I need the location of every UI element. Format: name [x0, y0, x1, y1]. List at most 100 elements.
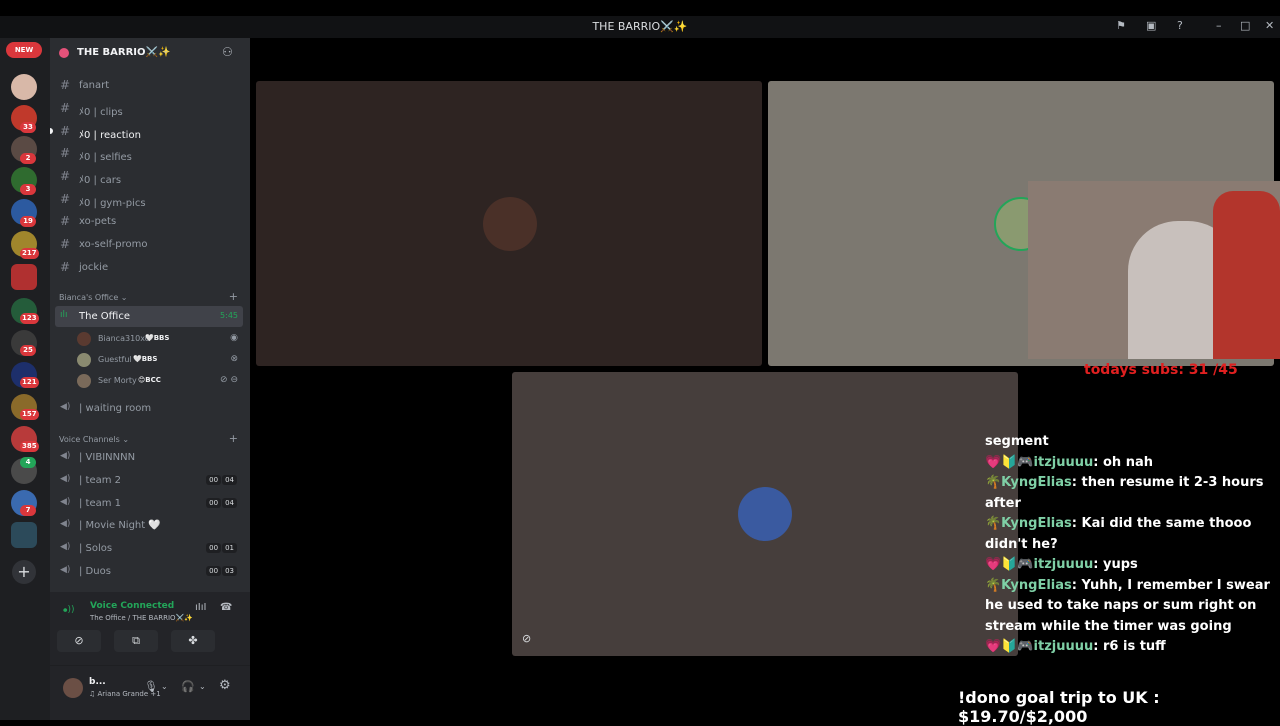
help-icon[interactable]: ?: [1177, 19, 1183, 32]
channel-selfies[interactable]: # ﾒ0 | selfies: [55, 143, 243, 164]
guild-name: THE BARRIO⚔️✨: [77, 47, 171, 58]
donation-goal: !dono goal trip to UK : $19.70/$2,000: [958, 688, 1160, 726]
voice-status[interactable]: Voice Connected: [90, 601, 174, 611]
mention-badge: 385: [20, 441, 39, 452]
channel-fanart[interactable]: # fanart: [55, 75, 243, 96]
channel-reaction[interactable]: # ﾒ0 | reaction: [50, 121, 243, 142]
chevron-down-icon[interactable]: ⌄: [199, 682, 206, 691]
channel-cars[interactable]: # ﾒ0 | cars: [55, 166, 243, 187]
hash-icon: #: [60, 124, 71, 138]
add-channel-icon[interactable]: +: [229, 432, 238, 445]
voice-channel-solos[interactable]: ◀) | Solos 00 01: [55, 538, 243, 559]
headphones-icon[interactable]: 🎧: [181, 680, 195, 693]
hash-icon: #: [60, 101, 71, 115]
video-tile[interactable]: [256, 81, 762, 366]
status-icon: ◉: [230, 333, 238, 343]
guild-icon: [59, 48, 69, 58]
user-panel: b... ♫ Ariana Grande +1 🎙 ⌄ 🎧 ⌄ ⚙: [50, 666, 250, 720]
speaker-icon: ◀): [60, 542, 71, 552]
voice-connection-panel: ⦁)) Voice Connected The Office / THE BAR…: [50, 592, 250, 666]
voice-channel-movie-night[interactable]: ◀) | Movie Night 🤍: [55, 515, 243, 536]
user-limit: 00 01: [205, 543, 237, 553]
avatar[interactable]: [63, 678, 83, 698]
gear-icon[interactable]: ⚙: [219, 678, 231, 693]
server-rail: NEW 33 2 3 19 217 123 25 121 157 385 4 7…: [0, 38, 50, 720]
chat-line: 💗🔰🎮itzjuuuu: yups: [985, 557, 1138, 572]
voice-active-icon: ılı: [60, 310, 68, 320]
voice-user[interactable]: Bianca310xo 🤍BBS ◉: [77, 329, 243, 349]
gaming-chair: [1213, 191, 1280, 359]
voice-channel-team-1[interactable]: ◀) | team 1 00 04: [55, 493, 243, 514]
username[interactable]: b...: [89, 677, 106, 687]
chat-line: 💗🔰🎮itzjuuuu: oh nah: [985, 454, 1153, 470]
voice-location[interactable]: The Office / THE BARRIO⚔️✨: [90, 614, 193, 622]
window-title: THE BARRIO⚔️✨: [592, 20, 688, 33]
video-tile[interactable]: ⊘: [512, 372, 1018, 656]
call-duration: 5:45: [220, 311, 238, 320]
new-badge[interactable]: NEW: [6, 42, 42, 58]
avatar: [77, 353, 91, 367]
user-limit: 00 03: [205, 566, 237, 576]
mention-badge: 25: [20, 345, 36, 356]
voice-user[interactable]: Guestful 🤍BBS ⊗: [77, 350, 243, 370]
voice-channel-waiting-room[interactable]: ◀) | waiting room: [55, 398, 243, 419]
activities-icon[interactable]: ✤: [171, 630, 215, 652]
mention-badge: 3: [20, 184, 36, 195]
voice-channel-team-2[interactable]: ◀) | team 2 00 04: [55, 470, 243, 491]
title-bar: THE BARRIO⚔️✨ ⚑ ▣ ? – □ ✕: [0, 16, 1280, 38]
add-channel-icon[interactable]: +: [229, 290, 238, 303]
mention-badge: 19: [20, 216, 36, 227]
screen-share-icon[interactable]: ⧉: [114, 630, 158, 652]
camera-off-icon[interactable]: ⊘: [57, 630, 101, 652]
avatar: [483, 197, 537, 251]
hash-icon: #: [60, 237, 71, 251]
stream-chat: segment 💗🔰🎮itzjuuuu: oh nah 🌴KyngElias: …: [985, 432, 1275, 658]
hash-icon: #: [60, 78, 71, 92]
hash-icon: #: [60, 214, 71, 228]
channel-xo-pets[interactable]: # xo-pets: [55, 211, 243, 232]
subs-counter: todays subs: 31 /45: [1084, 362, 1238, 378]
server-icon[interactable]: [11, 74, 37, 100]
close-icon[interactable]: ✕: [1265, 19, 1274, 32]
xbox-icon: ⊗: [230, 354, 238, 364]
chat-line: 🌴KyngElias: Kai did the same thooo didn'…: [985, 516, 1252, 552]
channel-gym-pics[interactable]: # ﾒ0 | gym-pics: [55, 189, 243, 210]
signal-icon[interactable]: ⦁)): [63, 605, 75, 615]
speaker-icon: ◀): [60, 565, 71, 575]
chevron-down-icon[interactable]: ⌄: [162, 46, 170, 56]
hash-icon: #: [60, 146, 71, 160]
category-office[interactable]: Bianca's Office ⌄: [59, 293, 128, 302]
mention-badge: 2: [20, 153, 36, 164]
chat-line: 🌴KyngElias: Yuhh, I remember I swear he …: [985, 577, 1270, 634]
unread-indicator: [50, 128, 53, 134]
noise-suppression-icon[interactable]: ıIıI: [195, 602, 206, 613]
voice-channel-vibinnnn[interactable]: ◀) | VIBINNNN: [55, 447, 243, 468]
speaker-icon: ◀): [60, 497, 71, 507]
screen-icon[interactable]: ▣: [1146, 19, 1156, 32]
mention-badge: 121: [20, 377, 39, 388]
add-server-icon[interactable]: +: [12, 560, 36, 584]
maximize-icon[interactable]: □: [1240, 19, 1250, 32]
channel-xo-self-promo[interactable]: # xo-self-promo: [55, 234, 243, 255]
mention-badge: 157: [20, 409, 39, 420]
mention-badge: 123: [20, 313, 39, 324]
microphone-icon[interactable]: 🎙: [144, 680, 158, 693]
avatar: [77, 332, 91, 346]
voice-user[interactable]: Ser Morty 😊BCC ⊘ ⊖: [77, 371, 243, 391]
speaker-icon: ◀): [60, 451, 71, 461]
voice-channel-duos[interactable]: ◀) | Duos 00 03: [55, 561, 243, 582]
chevron-down-icon[interactable]: ⌄: [161, 682, 168, 691]
channel-jockie[interactable]: # jockie: [55, 257, 243, 278]
inbox-flag-icon[interactable]: ⚑: [1116, 19, 1126, 32]
disconnect-icon[interactable]: ☎: [220, 602, 232, 613]
avatar: [77, 374, 91, 388]
mention-badge: 217: [20, 248, 39, 259]
guild-header[interactable]: THE BARRIO⚔️✨ ⌄ ⚇: [50, 38, 250, 68]
channel-clips[interactable]: # ﾒ0 | clips: [55, 98, 243, 119]
minimize-icon[interactable]: –: [1216, 19, 1222, 32]
server-icon[interactable]: [11, 264, 37, 290]
invite-icon[interactable]: ⚇: [222, 45, 233, 59]
category-voice-channels[interactable]: Voice Channels ⌄: [59, 435, 129, 444]
server-folder-icon[interactable]: [11, 522, 37, 548]
voice-channel-the-office[interactable]: ılı The Office 5:45: [55, 306, 243, 327]
